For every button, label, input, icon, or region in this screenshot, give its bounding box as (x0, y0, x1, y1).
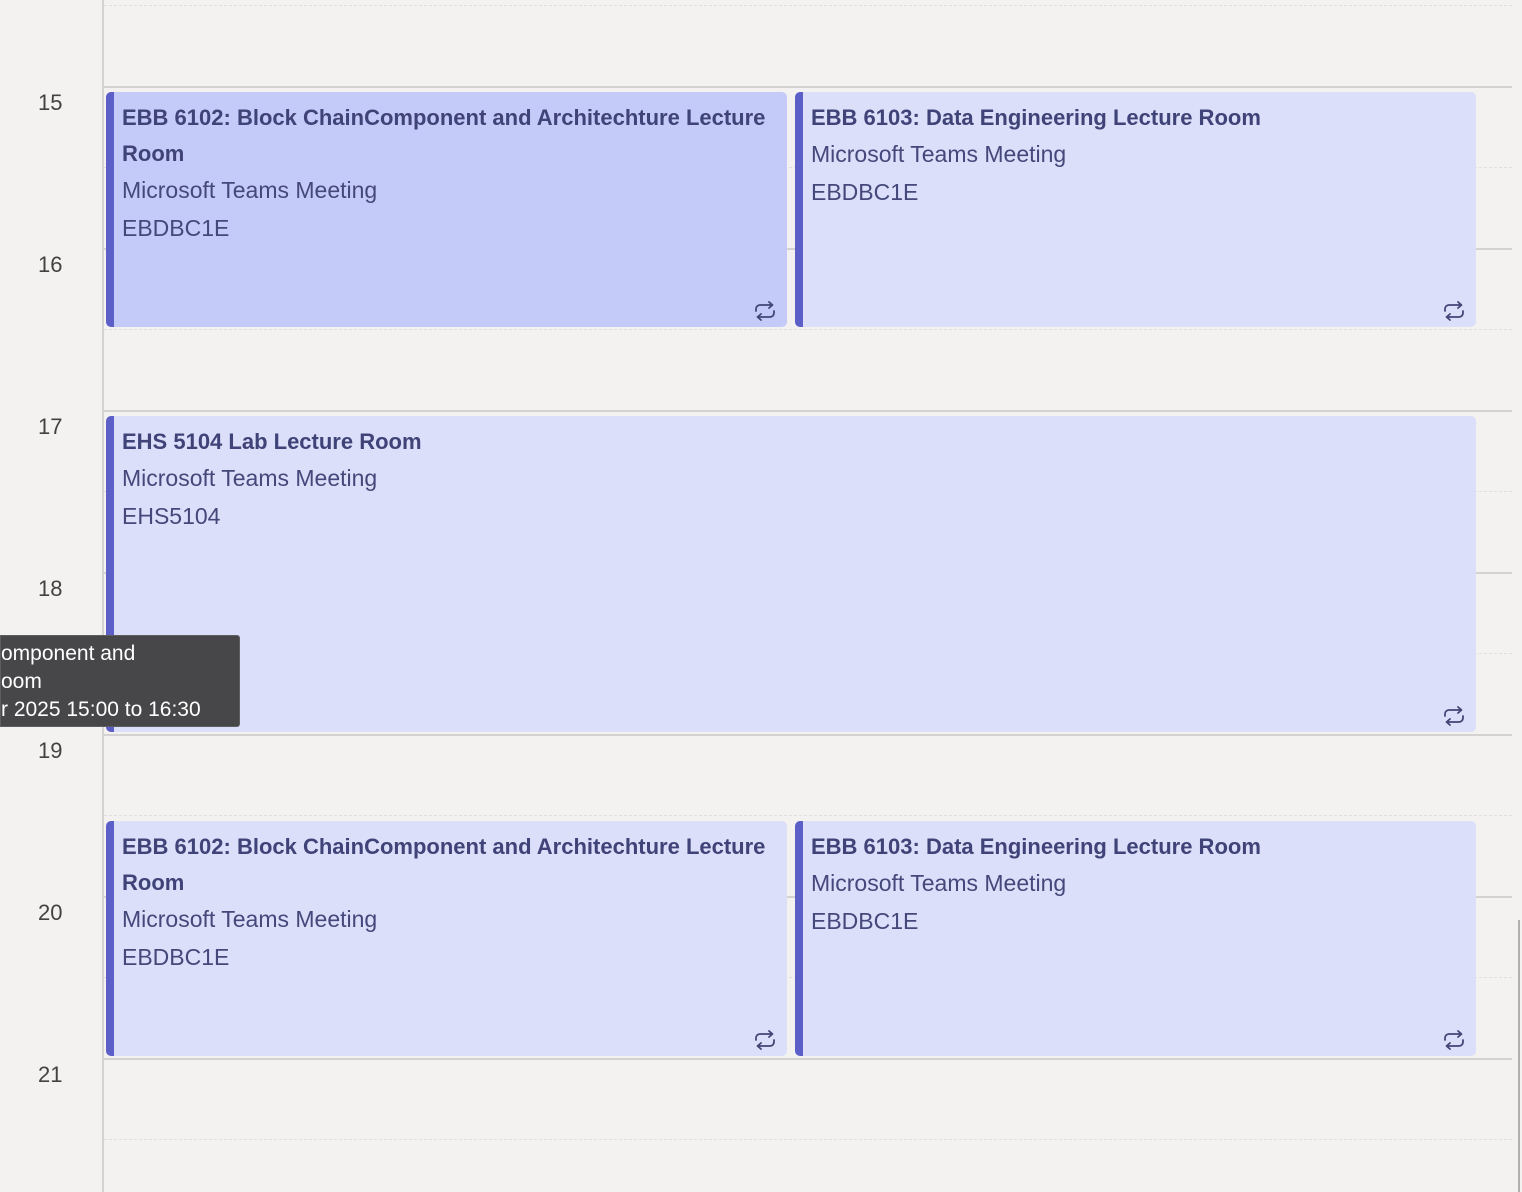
tooltip-title-line: oom (1, 670, 42, 693)
half-hour-gridline (104, 815, 1512, 816)
event-code: EBDBC1E (122, 215, 230, 241)
hour-gridline (104, 1058, 1512, 1060)
hour-label: 15 (38, 90, 63, 115)
recurring-icon (755, 1030, 775, 1050)
event-code: EHS5104 (122, 503, 221, 529)
event-location: Microsoft Teams Meeting (122, 465, 378, 491)
event-tooltip: omponent and oom r 2025 15:00 to 16:30 (0, 635, 240, 727)
tooltip-title-line: omponent and (1, 642, 136, 665)
calendar-day-view: 15 16 17 18 19 20 21 EBB 6102: Block Cha… (0, 0, 1522, 1192)
event-title: EHS 5104 Lab Lecture Room (122, 429, 422, 454)
time-gutter-divider (102, 0, 104, 1192)
event-code: EBDBC1E (811, 908, 919, 934)
half-hour-gridline (104, 1139, 1512, 1140)
hour-label: 21 (38, 1062, 63, 1087)
hour-gridline (104, 734, 1512, 736)
tooltip-time-line: r 2025 15:00 to 16:30 (1, 698, 201, 721)
calendar-event[interactable]: EBB 6102: Block ChainComponent and Archi… (106, 92, 787, 327)
recurring-icon (1444, 706, 1464, 726)
half-hour-gridline (104, 329, 1512, 330)
hour-gridline (104, 410, 1512, 412)
event-location: Microsoft Teams Meeting (122, 177, 378, 203)
event-location: Microsoft Teams Meeting (811, 870, 1067, 896)
event-code: EBDBC1E (811, 179, 919, 205)
calendar-event[interactable]: EBB 6103: Data Engineering Lecture Room … (795, 821, 1476, 1056)
calendar-event[interactable]: EHS 5104 Lab Lecture Room Microsoft Team… (106, 416, 1476, 732)
event-title: EBB 6103: Data Engineering Lecture Room (811, 105, 1261, 130)
recurring-icon (755, 301, 775, 321)
event-title: EBB 6102: Block ChainComponent and Archi… (122, 105, 766, 166)
half-hour-gridline (104, 5, 1512, 6)
event-location: Microsoft Teams Meeting (811, 141, 1067, 167)
hour-label: 18 (38, 576, 63, 601)
event-code: EBDBC1E (122, 944, 230, 970)
hour-label: 17 (38, 414, 63, 439)
event-title: EBB 6102: Block ChainComponent and Archi… (122, 834, 766, 895)
hour-gridline (104, 86, 1512, 88)
event-title: EBB 6103: Data Engineering Lecture Room (811, 834, 1261, 859)
recurring-icon (1444, 301, 1464, 321)
hour-label: 19 (38, 738, 63, 763)
event-location: Microsoft Teams Meeting (122, 906, 378, 932)
hour-label: 16 (38, 252, 63, 277)
scrollbar[interactable] (1518, 920, 1520, 1192)
hour-label: 20 (38, 900, 63, 925)
recurring-icon (1444, 1030, 1464, 1050)
calendar-event[interactable]: EBB 6102: Block ChainComponent and Archi… (106, 821, 787, 1056)
calendar-event[interactable]: EBB 6103: Data Engineering Lecture Room … (795, 92, 1476, 327)
